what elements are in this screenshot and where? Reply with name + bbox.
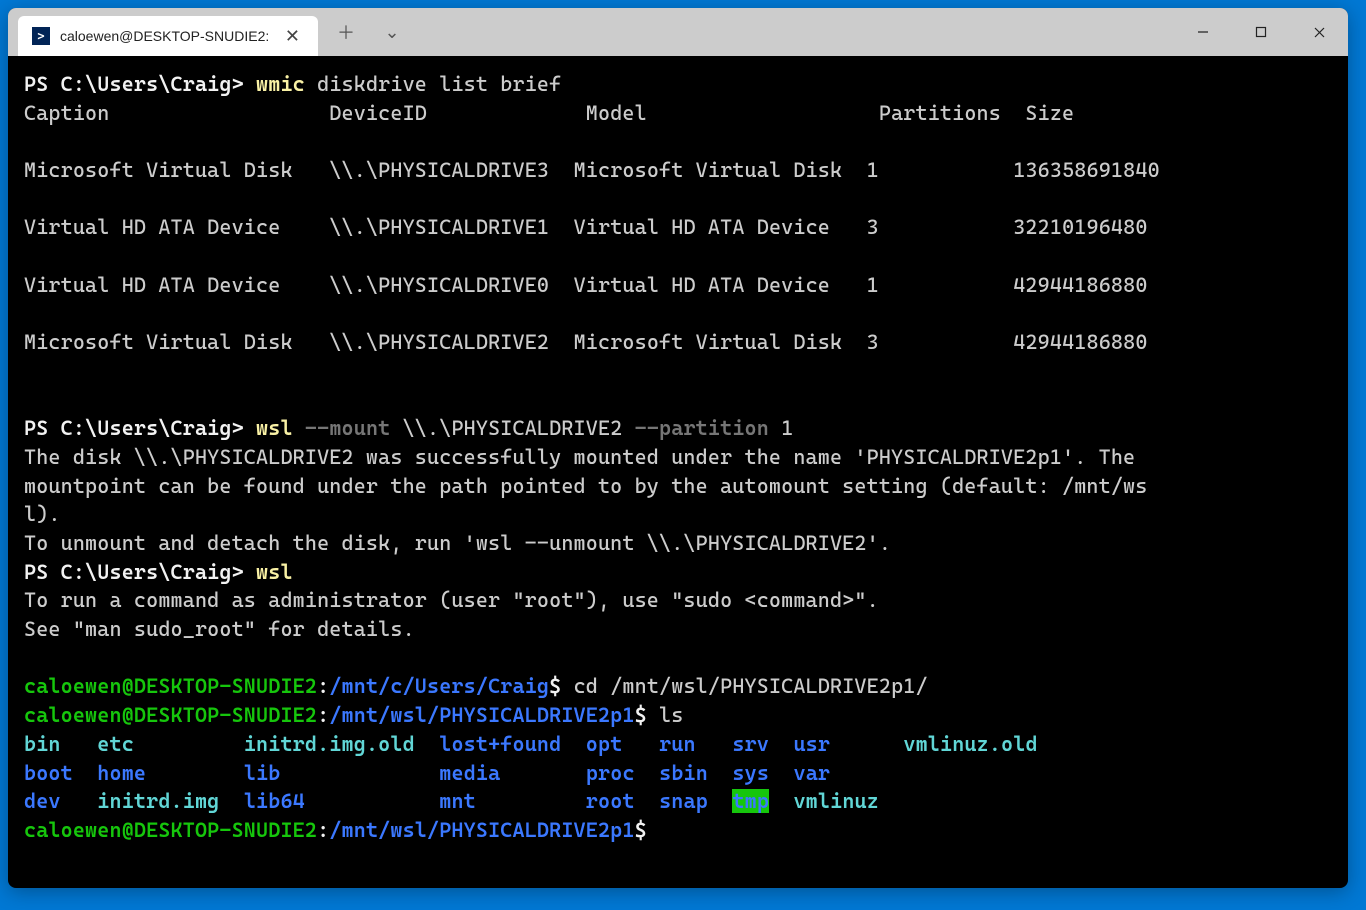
cmd-flag: --mount — [305, 416, 390, 440]
minimize-button[interactable] — [1174, 8, 1232, 56]
tab-actions: ＋ ⌄ — [318, 8, 412, 56]
powershell-icon — [32, 27, 50, 45]
linux-user-host: caloewen@DESKTOP-SNUDIE2 — [24, 674, 317, 698]
mount-output: The disk \\.\PHYSICALDRIVE2 was successf… — [24, 443, 1332, 558]
tab-dropdown-button[interactable]: ⌄ — [372, 12, 412, 52]
ps-prompt: PS C:\Users\Craig> — [24, 560, 244, 584]
maximize-button[interactable] — [1232, 8, 1290, 56]
linux-path: /mnt/wsl/PHYSICALDRIVE2p1 — [329, 818, 634, 842]
cmd-args: diskdrive list brief — [317, 72, 561, 96]
table-header: Caption DeviceID Model Partitions Size — [24, 99, 1332, 128]
chevron-down-icon: ⌄ — [384, 22, 399, 43]
cmd-flag: --partition — [635, 416, 769, 440]
window-controls — [1174, 8, 1348, 56]
sudo-output: To run a command as administrator (user … — [24, 586, 1332, 643]
table-row: Virtual HD ATA Device \\.\PHYSICALDRIVE1… — [24, 213, 1332, 242]
cmd-ls: ls — [659, 703, 683, 727]
cmd-exe: wsl — [256, 560, 293, 584]
ls-row: boot home lib media proc sbin sys var — [24, 759, 1332, 788]
terminal-content[interactable]: PS C:\Users\Craig> wmic diskdrive list b… — [8, 56, 1348, 859]
linux-path: /mnt/wsl/PHYSICALDRIVE2p1 — [329, 703, 634, 727]
ps-prompt: PS C:\Users\Craig> — [24, 416, 244, 440]
cmd-arg: 1 — [781, 416, 793, 440]
close-icon[interactable]: ✕ — [281, 24, 304, 49]
ls-row: dev initrd.img lib64 mnt root snap tmp v… — [24, 787, 1332, 816]
tab-active[interactable]: caloewen@DESKTOP-SNUDIE2: ✕ — [18, 16, 318, 56]
table-row: Virtual HD ATA Device \\.\PHYSICALDRIVE0… — [24, 271, 1332, 300]
cmd-exe: wmic — [256, 72, 305, 96]
tab-title: caloewen@DESKTOP-SNUDIE2: — [60, 28, 271, 44]
cmd-arg: \\.\PHYSICALDRIVE2 — [403, 416, 623, 440]
linux-path: /mnt/c/Users/Craig — [329, 674, 549, 698]
terminal-window: caloewen@DESKTOP-SNUDIE2: ✕ ＋ ⌄ PS C:\Us… — [8, 8, 1348, 888]
window-close-button[interactable] — [1290, 8, 1348, 56]
ps-prompt: PS C:\Users\Craig> — [24, 72, 244, 96]
new-tab-button[interactable]: ＋ — [326, 12, 366, 52]
cmd-exe: wsl — [256, 416, 293, 440]
linux-user-host: caloewen@DESKTOP-SNUDIE2 — [24, 703, 317, 727]
titlebar: caloewen@DESKTOP-SNUDIE2: ✕ ＋ ⌄ — [8, 8, 1348, 56]
table-row: Microsoft Virtual Disk \\.\PHYSICALDRIVE… — [24, 156, 1332, 185]
ls-row: bin etc initrd.img.old lost+found opt ru… — [24, 730, 1332, 759]
cmd-cd: cd /mnt/wsl/PHYSICALDRIVE2p1/ — [574, 674, 928, 698]
table-row: Microsoft Virtual Disk \\.\PHYSICALDRIVE… — [24, 328, 1332, 357]
linux-user-host: caloewen@DESKTOP-SNUDIE2 — [24, 818, 317, 842]
